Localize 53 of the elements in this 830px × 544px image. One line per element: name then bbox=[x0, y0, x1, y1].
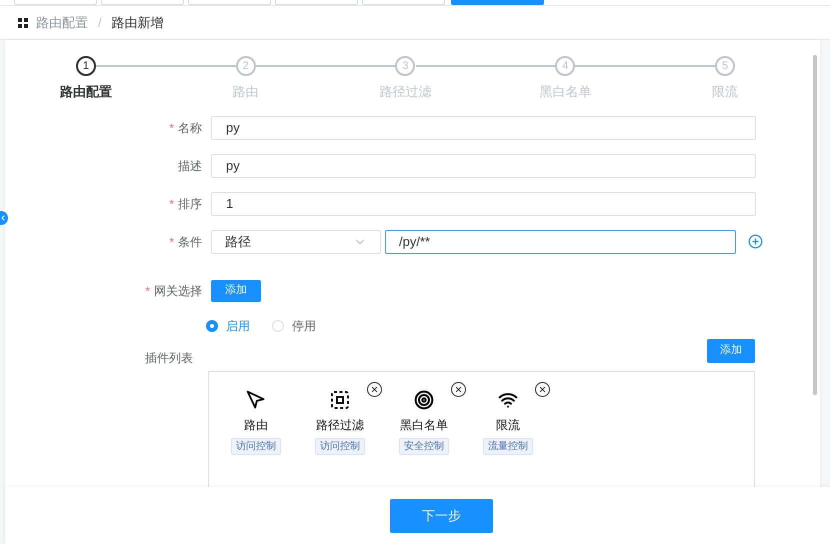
step-number: 5 bbox=[715, 56, 736, 76]
step-number: 1 bbox=[76, 56, 96, 76]
close-icon[interactable] bbox=[367, 382, 382, 396]
text-field[interactable]: 1 bbox=[211, 192, 756, 216]
tab[interactable] bbox=[188, 0, 271, 5]
tab[interactable] bbox=[362, 0, 445, 5]
tab[interactable] bbox=[14, 0, 97, 5]
field-label: 名称 bbox=[178, 120, 202, 136]
step-number: 3 bbox=[395, 56, 416, 76]
category-tag: 访问控制 bbox=[315, 438, 365, 454]
tab[interactable] bbox=[451, 0, 544, 5]
tab[interactable] bbox=[101, 0, 184, 5]
plugin-name: 路径过滤 bbox=[316, 416, 364, 434]
text-field[interactable]: py bbox=[211, 154, 756, 178]
category-tag: 流量控制 bbox=[483, 438, 533, 454]
step-number: 2 bbox=[236, 56, 256, 76]
radio-label: 启用 bbox=[226, 318, 250, 334]
step-label: 限流 bbox=[712, 83, 738, 101]
required-mark: * bbox=[169, 234, 174, 250]
close-icon[interactable] bbox=[535, 382, 550, 396]
step-label: 黑白名单 bbox=[539, 83, 592, 101]
plugin-name: 路由 bbox=[244, 416, 268, 434]
close-icon[interactable] bbox=[451, 382, 466, 396]
field-label: 条件 bbox=[178, 234, 202, 250]
breadcrumb-separator: / bbox=[97, 14, 103, 32]
field-label: 插件列表 bbox=[145, 350, 193, 366]
category-tag: 安全控制 bbox=[399, 438, 449, 454]
radio-label: 停用 bbox=[292, 318, 316, 334]
step-label: 路径过滤 bbox=[379, 83, 432, 101]
field-label: 排序 bbox=[178, 196, 202, 212]
breadcrumb-item: 路由新增 bbox=[112, 14, 164, 32]
grid-icon bbox=[18, 18, 28, 28]
required-mark: * bbox=[169, 196, 174, 212]
field-label: 描述 bbox=[178, 158, 202, 174]
radio-button[interactable] bbox=[206, 320, 218, 332]
paper-plane-icon bbox=[246, 390, 266, 410]
step-label: 路由 bbox=[232, 83, 259, 101]
add-icon[interactable] bbox=[748, 234, 763, 249]
field-label: 网关选择 bbox=[154, 282, 202, 300]
text-field[interactable]: py bbox=[211, 116, 756, 140]
step-number: 4 bbox=[555, 56, 576, 76]
plugin-name: 限流 bbox=[496, 416, 520, 434]
step-label: 路由配置 bbox=[60, 83, 112, 101]
select-field[interactable]: 路径 bbox=[211, 230, 381, 254]
tab[interactable] bbox=[275, 0, 358, 5]
required-mark: * bbox=[145, 282, 150, 300]
target-icon bbox=[414, 390, 434, 410]
scrollbar[interactable] bbox=[813, 55, 817, 395]
required-mark: * bbox=[169, 120, 174, 136]
category-tag: 访问控制 bbox=[231, 438, 281, 454]
plugin-name: 黑白名单 bbox=[400, 416, 448, 434]
text-field[interactable]: /py/** bbox=[385, 230, 736, 254]
dashed-square-icon bbox=[330, 390, 350, 410]
